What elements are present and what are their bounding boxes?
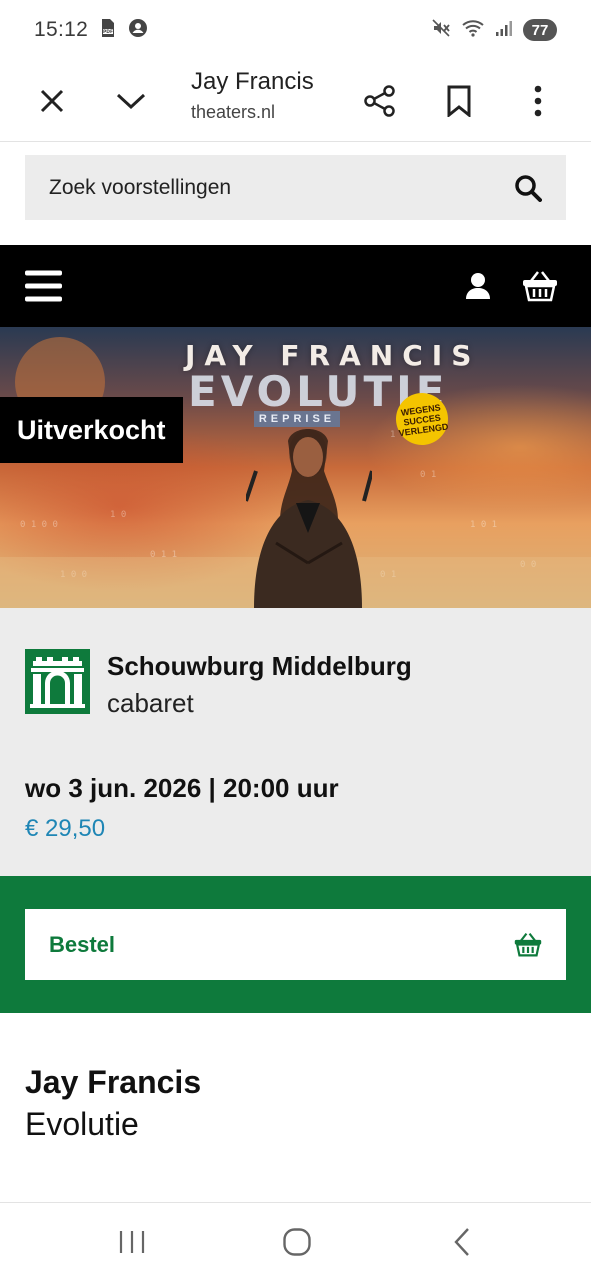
back-button[interactable] <box>432 1212 492 1272</box>
close-icon <box>40 89 64 112</box>
page-domain: theaters.nl <box>191 102 276 122</box>
account-icon <box>128 18 148 43</box>
event-info-panel: Schouwburg Middelburg cabaret wo 3 jun. … <box>0 608 591 876</box>
page-title-block[interactable]: Jay Francis theaters.nl <box>191 68 314 123</box>
sold-out-badge: Uitverkocht <box>0 397 183 463</box>
event-price: € 29,50 <box>25 815 106 842</box>
status-bar: 15:12 PDF 77 <box>0 0 591 60</box>
status-left: 15:12 PDF <box>34 18 148 43</box>
event-datetime: wo 3 jun. 2026 | 20:00 uur <box>25 773 339 803</box>
bookmark-icon <box>447 85 471 117</box>
svg-text:PDF: PDF <box>103 29 113 35</box>
status-right: 77 <box>431 18 557 43</box>
share-button[interactable] <box>356 77 404 125</box>
user-icon <box>466 273 490 299</box>
svg-text:1 0 1: 1 0 1 <box>470 520 497 530</box>
browser-toolbar: Jay Francis theaters.nl <box>0 60 591 142</box>
venue-logo <box>25 649 90 714</box>
search-input[interactable] <box>49 175 514 200</box>
menu-button[interactable] <box>25 270 62 302</box>
svg-text:0 1 0 0: 0 1 0 0 <box>20 520 58 530</box>
search-bar <box>25 155 566 220</box>
home-icon <box>283 1227 311 1256</box>
wifi-icon <box>461 18 485 43</box>
back-icon <box>454 1227 469 1256</box>
recent-apps-icon <box>119 1230 145 1253</box>
menu-icon <box>25 270 62 302</box>
share-icon <box>364 84 395 117</box>
page-title: Jay Francis <box>191 68 314 95</box>
chevron-down-icon <box>116 93 146 109</box>
svg-text:1: 1 <box>390 430 395 440</box>
performer-photo <box>246 429 372 608</box>
order-button-label: Bestel <box>49 931 116 957</box>
show-title: Evolutie <box>25 1106 139 1142</box>
pdf-icon: PDF <box>98 18 118 43</box>
system-nav-bar <box>0 1202 591 1280</box>
battery-indicator: 77 <box>523 19 557 41</box>
home-button[interactable] <box>267 1212 327 1272</box>
recent-apps-button[interactable] <box>102 1212 162 1272</box>
account-button[interactable] <box>465 272 491 300</box>
mute-icon <box>431 18 451 43</box>
bookmark-button[interactable] <box>435 77 483 125</box>
venue-name[interactable]: Schouwburg Middelburg <box>107 651 412 682</box>
more-options-button[interactable] <box>514 77 562 125</box>
search-icon[interactable] <box>514 174 542 202</box>
order-section: Bestel <box>0 876 591 1013</box>
artist-heading: Jay Francis <box>25 1064 202 1100</box>
more-vertical-icon <box>534 85 542 116</box>
svg-text:0 1: 0 1 <box>420 470 436 480</box>
signal-icon <box>495 18 513 43</box>
show-hero-image: 0 1 0 01 00 1 1 0 10 00 1 1 10 11 0 0 JA… <box>0 327 591 608</box>
cart-button[interactable] <box>522 270 558 302</box>
collapse-button[interactable] <box>107 77 155 125</box>
basket-icon <box>523 271 557 302</box>
event-genre: cabaret <box>107 688 194 718</box>
site-nav <box>0 245 591 327</box>
close-button[interactable] <box>28 77 76 125</box>
order-button[interactable]: Bestel <box>25 909 566 980</box>
basket-icon <box>514 932 542 957</box>
status-time: 15:12 <box>34 18 89 41</box>
svg-text:1 0: 1 0 <box>110 510 126 520</box>
